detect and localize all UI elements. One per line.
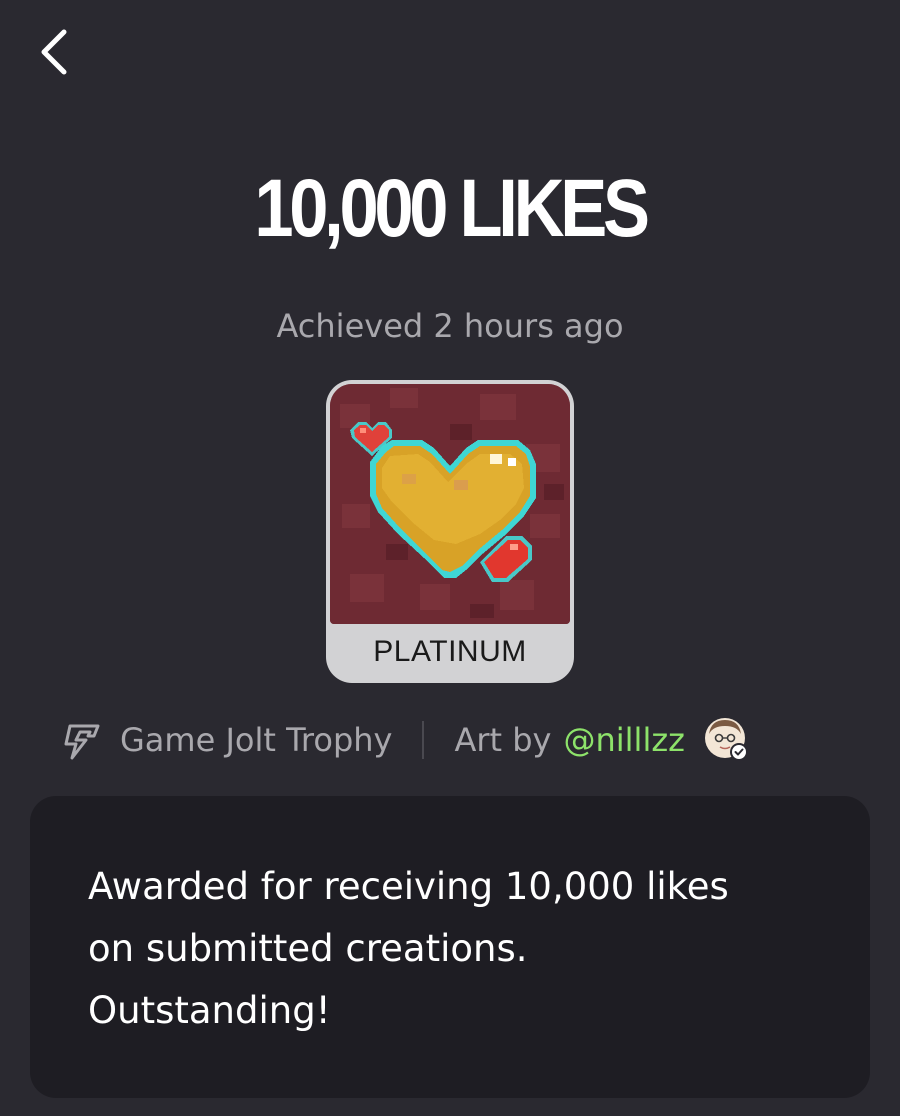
trophy-meta-row: Game Jolt Trophy Art by @nilllzz xyxy=(60,712,860,768)
trophy-title: 10,000 LIKES xyxy=(254,163,650,254)
trophy-description-panel: Awarded for receiving 10,000 likes on su… xyxy=(30,796,870,1098)
trophy-source-label: Game Jolt Trophy xyxy=(120,721,393,759)
chevron-left-icon xyxy=(41,29,67,75)
achieved-timestamp: Achieved 2 hours ago xyxy=(276,307,624,345)
back-button[interactable] xyxy=(22,18,86,82)
artist-handle-link[interactable]: @nilllzz xyxy=(563,721,684,759)
meta-divider xyxy=(422,721,425,759)
trophy-tier-label: PLATINUM xyxy=(373,635,527,668)
art-by-label: Art by xyxy=(454,721,552,759)
trophy-description: Awarded for receiving 10,000 likes on su… xyxy=(88,865,729,1032)
artist-avatar[interactable] xyxy=(703,716,751,764)
game-jolt-icon xyxy=(64,724,100,760)
trophy-art-image xyxy=(330,384,570,624)
trophy-detail-page: 10,000 LIKES Achieved 2 hours ago PLATIN… xyxy=(0,0,900,1116)
